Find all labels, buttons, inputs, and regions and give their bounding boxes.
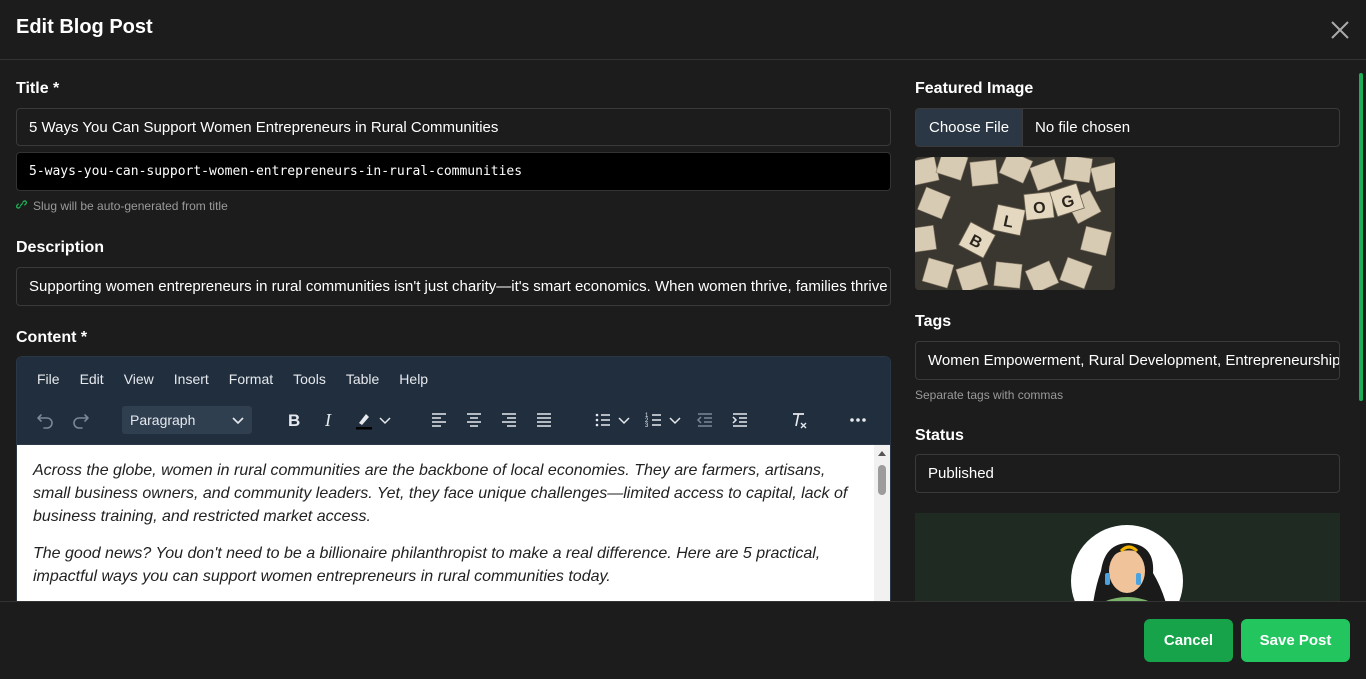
title-label: Title * — [16, 80, 60, 97]
svg-text:3: 3 — [645, 423, 649, 429]
close-icon[interactable] — [1328, 18, 1352, 42]
file-status-text: No file chosen — [1035, 119, 1131, 136]
menu-edit[interactable]: Edit — [68, 367, 112, 391]
content-label: Content * — [16, 329, 88, 346]
menu-table[interactable]: Table — [334, 367, 387, 391]
menu-format[interactable]: Format — [217, 367, 281, 391]
italic-icon[interactable]: I — [314, 403, 344, 437]
menu-tools[interactable]: Tools — [281, 367, 334, 391]
description-input[interactable]: Supporting women entrepreneurs in rural … — [16, 267, 891, 306]
editor-content[interactable]: Across the globe, women in rural communi… — [17, 445, 890, 601]
undo-icon[interactable] — [30, 403, 60, 437]
modal-footer: Cancel Save Post — [0, 601, 1366, 679]
align-center-icon[interactable] — [459, 403, 489, 437]
menu-help[interactable]: Help — [387, 367, 436, 391]
chevron-down-icon — [230, 412, 246, 431]
outdent-icon[interactable] — [690, 403, 720, 437]
block-format-value: Paragraph — [130, 412, 196, 428]
editor-scrollbar[interactable] — [874, 445, 890, 601]
numbered-list-dropdown-icon[interactable] — [665, 403, 685, 437]
title-input[interactable]: 5 Ways You Can Support Women Entrepreneu… — [16, 108, 891, 146]
rich-text-editor: File Edit View Insert Format Tools Table… — [16, 356, 891, 601]
tags-label: Tags — [915, 313, 952, 330]
content-paragraph: Across the globe, women in rural communi… — [33, 462, 848, 525]
bullet-list-dropdown-icon[interactable] — [614, 403, 634, 437]
more-options-icon[interactable] — [843, 403, 873, 437]
editor-scroll-thumb[interactable] — [878, 465, 886, 495]
modal-title: Edit Blog Post — [16, 16, 153, 38]
tags-input[interactable]: Women Empowerment, Rural Development, En… — [915, 341, 1340, 380]
image-tile-o: O — [1032, 199, 1046, 217]
cancel-button[interactable]: Cancel — [1144, 619, 1233, 662]
modal-scroll-thumb[interactable] — [1359, 73, 1363, 401]
clear-formatting-icon[interactable] — [784, 403, 814, 437]
editor-toolbar: File Edit View Insert Format Tools Table… — [17, 357, 890, 445]
choose-file-button[interactable]: Choose File — [916, 109, 1024, 146]
redo-icon[interactable] — [66, 403, 96, 437]
tags-hint: Separate tags with commas — [915, 388, 1064, 402]
save-post-button[interactable]: Save Post — [1241, 619, 1350, 662]
indent-icon[interactable] — [725, 403, 755, 437]
bold-icon[interactable]: B — [279, 403, 309, 437]
block-format-select[interactable]: Paragraph — [122, 406, 252, 434]
highlight-dropdown-icon[interactable] — [375, 403, 395, 437]
status-label: Status — [915, 427, 964, 444]
menu-file[interactable]: File — [25, 367, 68, 391]
description-label: Description — [16, 239, 105, 256]
editor-menubar: File Edit View Insert Format Tools Table… — [25, 367, 436, 391]
svg-text:I: I — [324, 410, 332, 430]
slug-hint: Slug will be auto-generated from title — [16, 199, 228, 213]
featured-image-preview: B L O G — [915, 157, 1115, 290]
svg-text:B: B — [288, 411, 300, 430]
align-right-icon[interactable] — [494, 403, 524, 437]
slug-input[interactable]: 5-ways-you-can-support-women-entrepreneu… — [16, 152, 891, 191]
featured-image-file-input[interactable]: Choose File No file chosen — [915, 108, 1340, 147]
editor-tools: Paragraph B I 1 2 3 — [17, 403, 890, 437]
align-left-icon[interactable] — [424, 403, 454, 437]
status-select[interactable]: Published — [915, 454, 1340, 493]
author-avatar-card — [915, 513, 1340, 601]
modal-scrollbar[interactable] — [1356, 61, 1366, 601]
modal-header: Edit Blog Post — [0, 0, 1366, 60]
content-paragraph: The good news? You don't need to be a bi… — [33, 545, 821, 585]
modal-body: Title * 5 Ways You Can Support Women Ent… — [0, 61, 1366, 601]
featured-image-label: Featured Image — [915, 80, 1034, 97]
align-justify-icon[interactable] — [529, 403, 559, 437]
menu-insert[interactable]: Insert — [162, 367, 217, 391]
slug-hint-text: Slug will be auto-generated from title — [33, 199, 228, 213]
menu-view[interactable]: View — [112, 367, 162, 391]
link-icon — [16, 199, 27, 213]
